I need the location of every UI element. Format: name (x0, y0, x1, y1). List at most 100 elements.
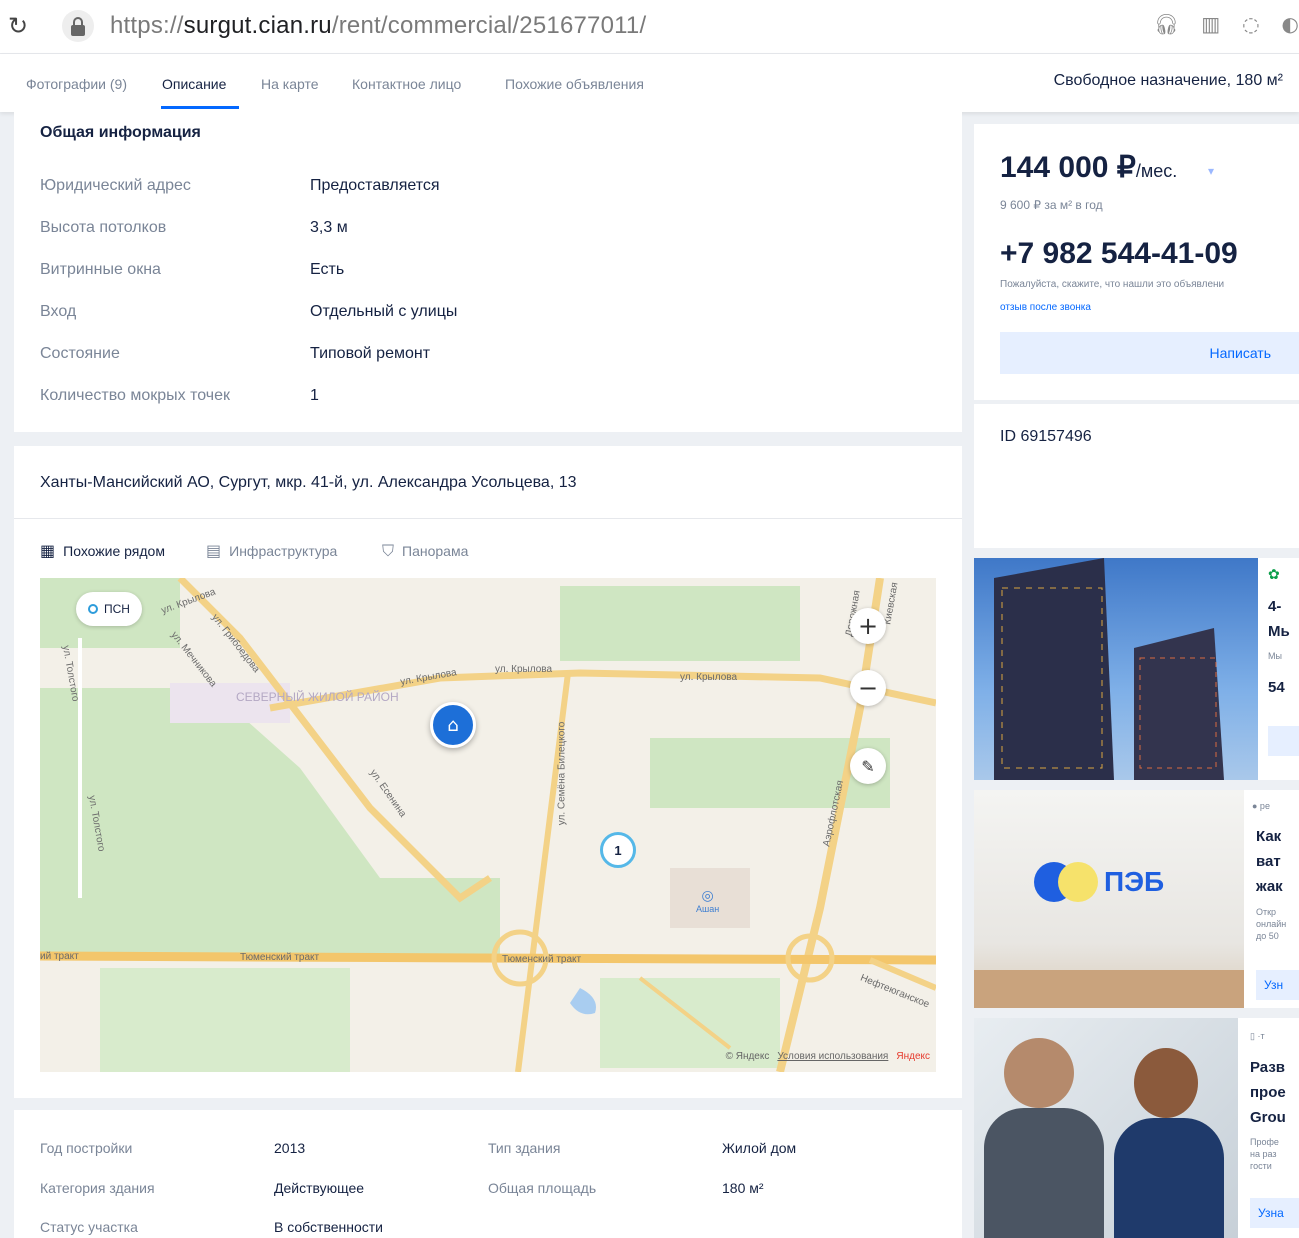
person-head (1004, 1038, 1074, 1108)
divider (14, 518, 962, 519)
ad-description: Мы (1268, 651, 1282, 661)
map-park (560, 586, 800, 661)
map-footer: © Яндекс Условия использования Яндекс (726, 1051, 930, 1062)
info-label: Количество мокрых точек (40, 387, 231, 404)
lock-icon[interactable] (62, 10, 94, 42)
url-field[interactable]: https://surgut.cian.ru/rent/commercial/2… (110, 12, 646, 40)
ad-headline: Как (1256, 828, 1282, 845)
info-value: Типовой ремонт (310, 345, 431, 362)
price-value: 144 000 ₽ (1000, 151, 1136, 184)
cluster-marker[interactable]: 1 (600, 832, 636, 868)
map-tab-panorama[interactable]: ⛉ Панорама (382, 541, 468, 561)
section-title: Общая информация (40, 124, 201, 141)
tab-contact[interactable]: Контактное лицо (352, 76, 461, 92)
headphones-icon[interactable]: 🎧︎ (1154, 12, 1179, 36)
ad-label: ● ре (1252, 801, 1270, 811)
map-filter-chip[interactable]: ПСН (76, 592, 142, 626)
ad-image[interactable] (974, 558, 1258, 780)
location-pin-icon[interactable]: ⌂ (430, 702, 476, 748)
tab-similar[interactable]: Похожие объявления (505, 76, 644, 92)
browser-address-bar: ↻ https://surgut.cian.ru/rent/commercial… (0, 0, 1299, 54)
listing-id: ID 69157496 (1000, 428, 1092, 445)
map-tab-infrastructure[interactable]: ▤ Инфраструктура (206, 541, 337, 560)
map-tab-label: Инфраструктура (229, 542, 338, 559)
chip-label: ПСН (104, 602, 130, 616)
zoom-out-button[interactable]: − (850, 670, 886, 706)
panorama-icon: ⛉ (382, 541, 395, 560)
street-label: ий тракт (40, 951, 79, 962)
building-label: Статус участка (40, 1219, 138, 1235)
ad-button[interactable]: Узн (1256, 970, 1299, 1000)
building-icon: ▤ (206, 541, 222, 560)
person-body (984, 1108, 1104, 1238)
building-value: В собственности (274, 1219, 383, 1235)
listing-tabs-bar: Фотографии (9) Описание На карте Контакт… (0, 54, 1299, 112)
person-body (1114, 1118, 1224, 1238)
extension-icon[interactable]: ◐ (1282, 12, 1299, 36)
building-value: Жилой дом (722, 1140, 797, 1156)
phone-number[interactable]: +7 982 544-41-09 (1000, 237, 1238, 271)
ad-headline: Grou (1250, 1109, 1286, 1126)
ruler-icon[interactable]: ✎ (850, 748, 886, 784)
peb-logo-text: ПЭБ (1104, 866, 1165, 897)
map-water (570, 988, 596, 1015)
chip-dot-icon (88, 604, 98, 614)
ad-headline: жак (1256, 878, 1283, 895)
chat-icon[interactable]: ◌ (1242, 12, 1259, 36)
ad-image[interactable]: ПЭБ (974, 790, 1244, 1008)
map-tab-label: Панорама (402, 543, 469, 559)
map-terms-link[interactable]: Условия использования (777, 1051, 888, 1062)
ad-headline: прое (1250, 1084, 1286, 1101)
price: 144 000 ₽/мес. (1000, 150, 1177, 185)
street-label: ул. Семёна Билецкого (556, 721, 568, 826)
tab-description[interactable]: Описание (162, 76, 226, 92)
info-value: Есть (310, 261, 345, 278)
building-label: Тип здания (488, 1140, 561, 1156)
district-label: СЕВЕРНЫЙ ЖИЛОЙ РАЙОН (236, 690, 399, 704)
yandex-logo[interactable]: Яндекс (896, 1051, 930, 1062)
listing-title: Свободное назначение, 180 м² (1053, 72, 1283, 89)
map-park (100, 968, 350, 1072)
building-value: 2013 (274, 1140, 306, 1156)
ad-brand-icon: ✿ (1268, 566, 1280, 582)
zoom-in-button[interactable]: + (850, 608, 886, 644)
tab-map[interactable]: На карте (261, 76, 319, 92)
reader-icon[interactable]: ▥ (1201, 12, 1220, 36)
map-copyright: © Яндекс (725, 1051, 770, 1062)
info-label: Состояние (40, 345, 120, 362)
ad-headline: 4- (1268, 598, 1282, 615)
review-link[interactable]: отзыв после звонка (1000, 302, 1091, 313)
tower (994, 558, 1114, 780)
peb-logo-circle (1058, 862, 1098, 902)
chevron-down-icon[interactable]: ▾ (1208, 164, 1214, 178)
active-tab-indicator (161, 106, 239, 109)
ad-image[interactable] (974, 1018, 1238, 1238)
map-tab-similar[interactable]: ▦ Похожие рядом (40, 541, 165, 560)
poi-label: ◎ Ашан (696, 888, 719, 914)
map-tab-label: Похожие рядом (63, 542, 165, 559)
tower (1134, 628, 1224, 780)
office-desk (974, 970, 1244, 1008)
info-label: Высота потолков (40, 219, 167, 236)
ad-button[interactable]: Узна (1250, 1198, 1299, 1228)
street-label: Тюменский тракт (240, 952, 320, 963)
info-label: Юридический адрес (40, 177, 191, 194)
tab-photos[interactable]: Фотографии (9) (26, 76, 127, 92)
street-label: ул. Крылова (680, 672, 738, 683)
street-label: ул. Крылова (495, 664, 553, 675)
url-path: /rent/commercial/251677011/ (331, 12, 647, 39)
phone-note: Пожалуйста, скажите, что нашли это объяв… (1000, 279, 1225, 290)
building-value: 180 м² (722, 1180, 764, 1196)
reload-icon[interactable]: ↻ (8, 12, 28, 40)
ad-button[interactable] (1268, 726, 1299, 756)
map[interactable]: ул. Крылова ул. Крылова ул. Крылова ул. … (40, 578, 936, 1072)
grid-icon: ▦ (40, 541, 56, 560)
building-value: Действующее (274, 1180, 365, 1196)
poi-name: Ашан (696, 904, 720, 914)
write-button[interactable]: Написать (1000, 332, 1299, 374)
price-per-meter: 9 600 ₽ за м² в год (1000, 198, 1103, 212)
info-value: 1 (310, 387, 319, 404)
ad-image-buildings (994, 558, 1224, 780)
ad-description: Профе на раз гости (1250, 1137, 1279, 1171)
browser-toolbar-icons: 🎧︎ ▥ ◌ ◐ (1154, 12, 1299, 36)
